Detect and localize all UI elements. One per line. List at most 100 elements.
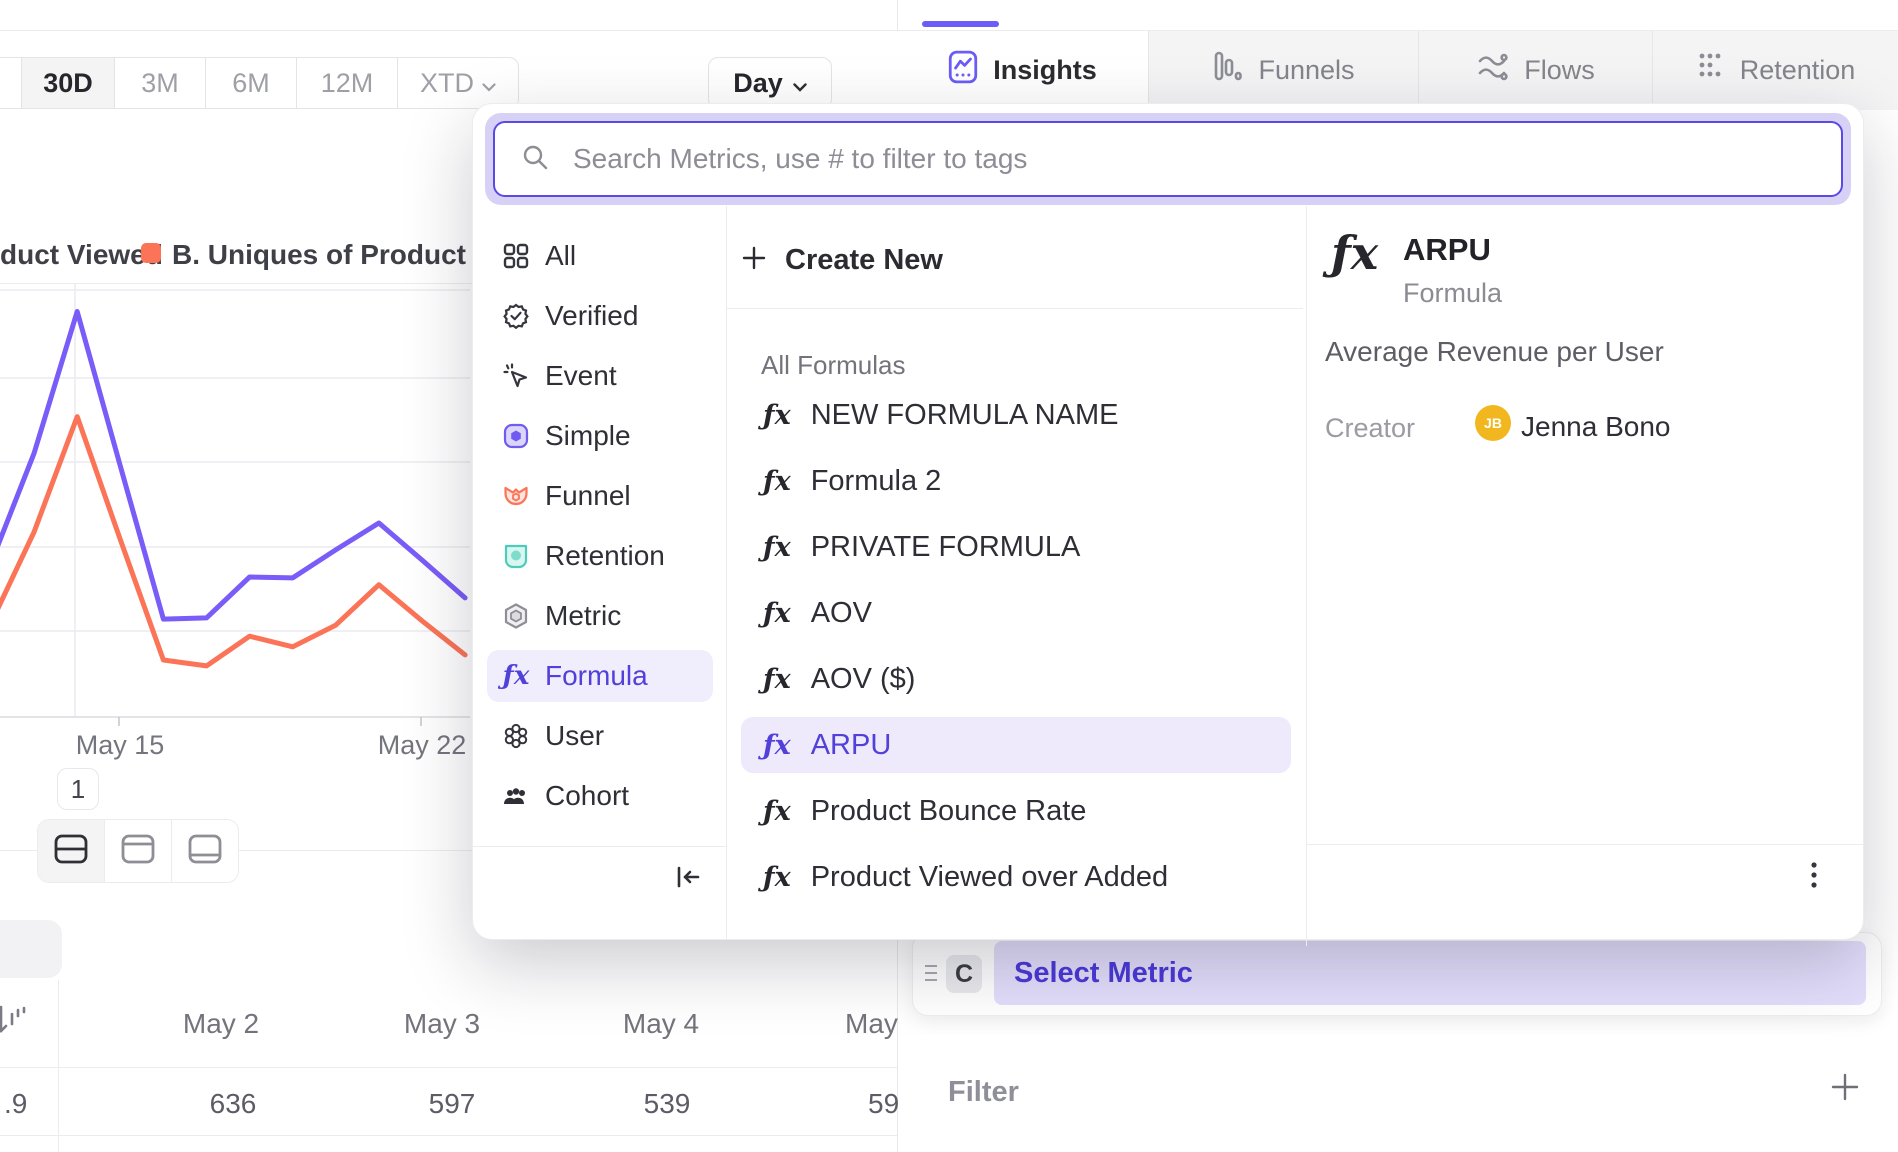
table-header: May 3 bbox=[372, 1008, 512, 1040]
drag-handle-icon[interactable] bbox=[924, 962, 938, 989]
create-new-button[interactable]: Create New bbox=[741, 232, 1281, 288]
series-chip[interactable] bbox=[0, 920, 62, 978]
tab-label: Flows bbox=[1524, 55, 1595, 86]
fx-icon: ƒx bbox=[763, 598, 791, 629]
chart-svg bbox=[0, 284, 470, 736]
category-retention[interactable]: Retention bbox=[487, 530, 713, 582]
funnel-wings-icon bbox=[503, 483, 529, 509]
filter-section-label: Filter bbox=[948, 1076, 1019, 1109]
clause-letter-badge: C bbox=[946, 955, 982, 993]
app: Insights Funnels Flows Retention 30D 3M … bbox=[0, 0, 1898, 1152]
metric-picker-modal: All Verified Event Simple Funnel Retenti… bbox=[472, 103, 1864, 940]
select-metric-button[interactable]: Select Metric bbox=[994, 941, 1866, 1005]
retention-icon bbox=[1697, 52, 1725, 89]
range-button-xtd[interactable]: XTD bbox=[398, 58, 518, 108]
category-formula[interactable]: ƒx Formula bbox=[487, 650, 713, 702]
x-tick-may22: May 22 bbox=[362, 730, 482, 761]
category-metric[interactable]: Metric bbox=[487, 590, 713, 642]
formula-row[interactable]: ƒxAOV ($) bbox=[741, 651, 1291, 707]
tab-funnels[interactable]: Funnels bbox=[1148, 31, 1419, 110]
sidebar-footer-divider bbox=[473, 846, 726, 847]
formula-row[interactable]: ƒxNEW FORMULA NAME bbox=[741, 387, 1291, 443]
table-header: May 2 bbox=[151, 1008, 291, 1040]
layout-top-icon bbox=[121, 834, 155, 869]
page-button[interactable]: 1 bbox=[57, 768, 99, 810]
tab-label: Insights bbox=[993, 55, 1097, 86]
fx-icon: ƒx bbox=[763, 664, 791, 695]
category-simple[interactable]: Simple bbox=[487, 410, 713, 462]
range-button-6m[interactable]: 6M bbox=[206, 58, 297, 108]
select-metric-label: Select Metric bbox=[1014, 957, 1193, 990]
sort-icon[interactable] bbox=[0, 1002, 28, 1043]
chevron-down-icon bbox=[482, 68, 496, 99]
fx-icon: ƒx bbox=[763, 532, 791, 563]
fx-icon: ƒx bbox=[763, 466, 791, 497]
category-cohort[interactable]: Cohort bbox=[487, 770, 713, 822]
detail-footer-divider bbox=[1307, 844, 1863, 845]
verified-badge-icon bbox=[503, 303, 529, 329]
layout-bottom-icon bbox=[188, 834, 222, 869]
table-col-divider bbox=[58, 980, 59, 1152]
tab-label: Retention bbox=[1740, 55, 1856, 86]
category-verified[interactable]: Verified bbox=[487, 290, 713, 342]
cohort-people-icon bbox=[503, 783, 529, 809]
tab-flows[interactable]: Flows bbox=[1418, 31, 1653, 110]
fx-icon-large: ƒx bbox=[1331, 226, 1378, 280]
layout-toggle-group bbox=[37, 819, 239, 883]
detail-type: Formula bbox=[1403, 278, 1502, 309]
range-button-partial[interactable] bbox=[0, 58, 22, 108]
table-row-divider bbox=[0, 1067, 897, 1068]
table-header: May bbox=[845, 1008, 905, 1040]
legend-item-a[interactable]: duct Viewed bbox=[0, 239, 163, 271]
formula-row[interactable]: ƒxProduct Bounce Rate bbox=[741, 783, 1291, 839]
kebab-menu-icon[interactable] bbox=[1809, 860, 1819, 901]
fx-icon: ƒx bbox=[763, 730, 791, 761]
plus-icon bbox=[741, 245, 767, 276]
metric-hexagon-icon bbox=[503, 603, 529, 629]
avatar: JB bbox=[1475, 405, 1511, 441]
category-user[interactable]: User bbox=[487, 710, 713, 762]
add-filter-button[interactable] bbox=[1830, 1072, 1860, 1107]
formula-row[interactable]: ƒxProduct Viewed over Added bbox=[741, 849, 1291, 905]
detail-description: Average Revenue per User bbox=[1325, 336, 1664, 368]
user-cluster-icon bbox=[503, 723, 529, 749]
legend-swatch-b bbox=[141, 243, 161, 263]
fx-icon: ƒx bbox=[763, 400, 791, 431]
formula-row[interactable]: ƒxFormula 2 bbox=[741, 453, 1291, 509]
table-cell: 636 bbox=[163, 1088, 303, 1120]
section-label: All Formulas bbox=[761, 350, 905, 381]
category-funnel[interactable]: Funnel bbox=[487, 470, 713, 522]
search-input[interactable] bbox=[571, 142, 1841, 176]
simple-board-icon bbox=[503, 423, 529, 449]
collapse-sidebar-button[interactable] bbox=[673, 862, 703, 897]
creator-label: Creator bbox=[1325, 413, 1415, 444]
range-button-30d[interactable]: 30D bbox=[22, 58, 115, 108]
range-button-12m[interactable]: 12M bbox=[297, 58, 398, 108]
detail-title: ARPU bbox=[1403, 232, 1491, 268]
layout-split-button[interactable] bbox=[38, 820, 105, 882]
formula-row[interactable]: ƒxAOV bbox=[741, 585, 1291, 641]
fx-icon: ƒx bbox=[763, 862, 791, 893]
tab-retention[interactable]: Retention bbox=[1652, 31, 1898, 110]
table-row-divider bbox=[0, 1135, 897, 1136]
formula-fx-icon: ƒx bbox=[503, 663, 529, 689]
range-button-3m[interactable]: 3M bbox=[115, 58, 206, 108]
layout-top-button[interactable] bbox=[105, 820, 172, 882]
tab-insights[interactable]: Insights bbox=[897, 31, 1148, 110]
active-tab-indicator bbox=[922, 21, 999, 27]
layout-bottom-button[interactable] bbox=[172, 820, 238, 882]
formula-row-selected[interactable]: ƒxARPU bbox=[741, 717, 1291, 773]
detail-divider bbox=[1306, 206, 1307, 946]
category-event[interactable]: Event bbox=[487, 350, 713, 402]
category-all[interactable]: All bbox=[487, 230, 713, 282]
sidebar-divider bbox=[726, 206, 727, 939]
retention-board-icon bbox=[503, 543, 529, 569]
cursor-spark-icon bbox=[503, 363, 529, 389]
search-box bbox=[493, 121, 1843, 197]
table-cell: 597 bbox=[382, 1088, 522, 1120]
granularity-dropdown[interactable]: Day bbox=[708, 57, 832, 109]
flows-icon bbox=[1477, 53, 1509, 88]
fx-icon: ƒx bbox=[763, 796, 791, 827]
tab-label: Funnels bbox=[1258, 55, 1354, 86]
formula-row[interactable]: ƒxPRIVATE FORMULA bbox=[741, 519, 1291, 575]
